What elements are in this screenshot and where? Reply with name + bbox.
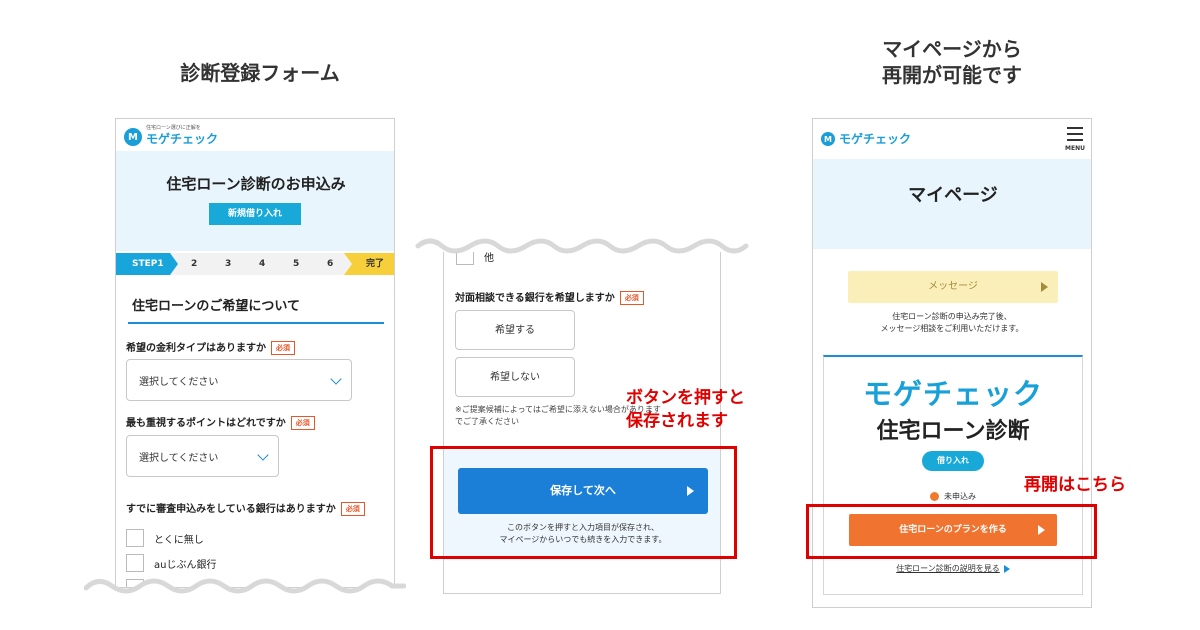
required-badge: 必須 — [340, 502, 365, 516]
option-no-button[interactable]: 希望しない — [455, 357, 575, 397]
resume-annotation: 再開はこちら — [1024, 475, 1126, 495]
step-6: 6 — [327, 259, 334, 269]
rate-type-select[interactable]: 選択してください — [126, 359, 352, 401]
form-hero: 住宅ローン診断のお申込み — [116, 151, 394, 251]
brand-tagline: 住宅ローン選びに正解を — [146, 125, 201, 131]
step-complete: 完了 — [344, 253, 394, 275]
menu-label: MENU — [1065, 145, 1085, 152]
select-value: 選択してください — [139, 376, 219, 388]
message-note-line1: 住宅ローン診断の申込み完了後、 — [892, 312, 1012, 321]
required-badge: 必須 — [271, 341, 295, 355]
step-3: 3 — [225, 259, 232, 269]
checkbox[interactable] — [126, 554, 144, 572]
step-current: STEP1 — [116, 253, 178, 275]
page-title: 住宅ローン診断のお申込み — [166, 175, 346, 193]
mypage-heading-line1: マイページから — [882, 37, 1022, 61]
brand-logo[interactable]: M モゲチェック — [821, 132, 911, 146]
required-badge: 必須 — [619, 291, 644, 305]
explain-link-label: 住宅ローン診断の説明を見る — [896, 564, 1000, 573]
brand-large: モゲチェック — [862, 377, 1043, 411]
form-heading: 診断登録フォーム — [180, 61, 340, 85]
section-title: 住宅ローンのご希望について — [128, 295, 384, 324]
question-text: 対面相談できる銀行を希望しますか — [455, 293, 615, 304]
arrow-right-icon — [1003, 564, 1010, 573]
option-yes-button[interactable]: 希望する — [455, 310, 575, 350]
checkbox-label: auじぶん銀行 — [154, 559, 217, 571]
arrow-right-icon — [1041, 282, 1048, 292]
question-text: 希望の金利タイプはありますか — [126, 343, 266, 354]
message-note-line2: メッセージ相談をご利用いただけます。 — [880, 324, 1024, 333]
message-button[interactable]: メッセージ — [848, 271, 1058, 303]
step-2: 2 — [191, 259, 198, 269]
mypage-hero: マイページ — [813, 159, 1091, 249]
question-applied-banks: すでに審査申込みをしている銀行はありますか 必須 — [126, 500, 365, 516]
checkbox-option[interactable]: とくに無し — [126, 529, 204, 547]
form-phone-screen: M 住宅ローン選びに正解を モゲチェック 住宅ローン診断のお申込み 新規借り入れ… — [115, 118, 395, 588]
page-title: マイページ — [908, 185, 998, 206]
select-value: 選択してください — [139, 452, 219, 464]
explain-link[interactable]: 住宅ローン診断の説明を見る — [824, 563, 1082, 574]
save-annotation-line1: ボタンを押すと — [626, 388, 745, 408]
mypage-heading: マイページから 再開が可能です — [842, 36, 1062, 88]
checkbox[interactable] — [126, 529, 144, 547]
step-indicator: STEP1 2 3 4 5 6 完了 — [116, 253, 394, 275]
brand-name: モゲチェック — [146, 132, 219, 146]
status-dot-icon — [930, 492, 939, 501]
torn-edge-decoration — [84, 578, 406, 598]
menu-bar — [1067, 127, 1083, 129]
brand-logo[interactable]: M 住宅ローン選びに正解を モゲチェック — [124, 124, 218, 146]
checkbox-label: とくに無し — [154, 534, 204, 546]
question-text: すでに審査申込みをしている銀行はありますか — [126, 504, 336, 515]
house-logo-icon: M — [124, 128, 142, 146]
mypage-heading-line2: 再開が可能です — [882, 63, 1022, 87]
chevron-down-icon — [257, 449, 269, 461]
menu-bar — [1067, 133, 1083, 135]
question-priority: 最も重視するポイントはどれですか 必須 — [126, 414, 315, 430]
hamburger-menu-button[interactable]: MENU — [1065, 127, 1085, 152]
resume-highlight-box — [806, 504, 1097, 559]
save-annotation: ボタンを押すと 保存されます — [626, 387, 745, 433]
question-text: 最も重視するポイントはどれですか — [126, 418, 286, 429]
status-text: 未申込み — [944, 492, 976, 501]
checkbox-option[interactable]: auじぶん銀行 — [126, 554, 216, 572]
required-badge: 必須 — [290, 416, 315, 430]
product-name: 住宅ローン診断 — [876, 419, 1030, 444]
save-annotation-line2: 保存されます — [626, 411, 728, 431]
step-4: 4 — [259, 259, 266, 269]
torn-edge-decoration — [414, 234, 750, 254]
question-face-to-face: 対面相談できる銀行を希望しますか 必須 — [455, 289, 644, 305]
brand-name: モゲチェック — [839, 132, 912, 146]
save-highlight-box — [430, 446, 737, 559]
priority-select[interactable]: 選択してください — [126, 435, 279, 477]
message-button-label: メッセージ — [928, 281, 978, 292]
new-loan-button[interactable]: 新規借り入れ — [209, 203, 301, 225]
message-note: 住宅ローン診断の申込み完了後、 メッセージ相談をご利用いただけます。 — [813, 311, 1091, 335]
house-logo-icon: M — [821, 132, 835, 146]
question-rate-type: 希望の金利タイプはありますか 必須 — [126, 339, 295, 355]
chevron-down-icon — [330, 373, 342, 385]
menu-bar — [1067, 139, 1083, 141]
loan-type-pill: 借り入れ — [922, 451, 984, 471]
step-5: 5 — [293, 259, 300, 269]
